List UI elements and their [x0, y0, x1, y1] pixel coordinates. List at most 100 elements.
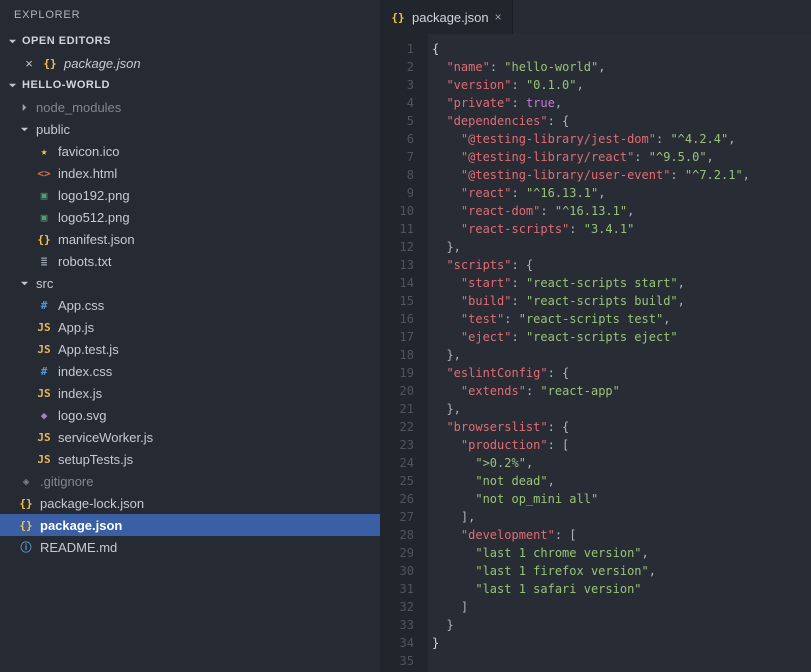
file-tree-item[interactable]: ▣logo512.png	[0, 206, 380, 228]
file-tree-item[interactable]: JS index.js	[0, 382, 380, 404]
code-content[interactable]: { "name": "hello-world", "version": "0.1…	[428, 34, 811, 672]
lines-icon: ≣	[36, 253, 52, 269]
file-label: package.json	[40, 518, 122, 533]
code-line: "version": "0.1.0",	[432, 76, 811, 94]
code-line: "last 1 firefox version",	[432, 562, 811, 580]
js-icon: JS	[36, 451, 52, 467]
file-tree-item[interactable]: # App.css	[0, 294, 380, 316]
braces-icon: {}	[18, 495, 34, 511]
info-icon: ⓘ	[18, 539, 34, 555]
code-line: "test": "react-scripts test",	[432, 310, 811, 328]
code-line: "private": true,	[432, 94, 811, 112]
git-icon: ◈	[18, 473, 34, 489]
code-line: ">0.2%",	[432, 454, 811, 472]
file-tree-item[interactable]: {} package.json	[0, 514, 380, 536]
hash-icon: #	[36, 363, 52, 379]
code-line: "dependencies": {	[432, 112, 811, 130]
file-label: logo192.png	[58, 188, 130, 203]
file-tree-item[interactable]: src	[0, 272, 380, 294]
file-tree-item[interactable]: JS setupTests.js	[0, 448, 380, 470]
file-tree-item[interactable]: ⓘREADME.md	[0, 536, 380, 558]
code-line: "eslintConfig": {	[432, 364, 811, 382]
open-editor-label: package.json	[64, 56, 141, 71]
code-line: "react-scripts": "3.4.1"	[432, 220, 811, 238]
diamond-icon: ◆	[36, 407, 52, 423]
file-tree-item[interactable]: ◈.gitignore	[0, 470, 380, 492]
file-tree: node_modulespublic★favicon.ico <> index.ht…	[0, 96, 380, 672]
code-line: "name": "hello-world",	[432, 58, 811, 76]
file-label: logo.svg	[58, 408, 106, 423]
file-label: setupTests.js	[58, 452, 133, 467]
chevron-down-icon	[18, 125, 30, 134]
file-tree-item[interactable]: JS App.test.js	[0, 338, 380, 360]
file-tree-item[interactable]: JS App.js	[0, 316, 380, 338]
code-line: "@testing-library/jest-dom": "^4.2.4",	[432, 130, 811, 148]
code-line: },	[432, 238, 811, 256]
open-editors-label: OPEN EDITORS	[22, 35, 111, 47]
js-icon: JS	[36, 429, 52, 445]
file-tree-item[interactable]: JS serviceWorker.js	[0, 426, 380, 448]
code-line	[432, 652, 811, 670]
open-editor-row[interactable]: × {} package.json	[0, 52, 380, 74]
braces-icon: {}	[42, 55, 58, 71]
chevron-down-icon	[6, 37, 18, 46]
code-line: "production": [	[432, 436, 811, 454]
close-icon[interactable]: ×	[495, 10, 502, 24]
file-tree-item[interactable]: node_modules	[0, 96, 380, 118]
file-tree-item[interactable]: {}package-lock.json	[0, 492, 380, 514]
code-line: {	[432, 40, 811, 58]
code-line: "browserslist": {	[432, 418, 811, 436]
code-line: "not dead",	[432, 472, 811, 490]
chevron-right-icon	[18, 103, 30, 112]
code-line: ]	[432, 598, 811, 616]
file-label: serviceWorker.js	[58, 430, 153, 445]
project-section[interactable]: HELLO-WORLD	[0, 74, 380, 96]
code-line: "build": "react-scripts build",	[432, 292, 811, 310]
file-tree-item[interactable]: ▣logo192.png	[0, 184, 380, 206]
file-label: index.css	[58, 364, 112, 379]
code-line: "eject": "react-scripts eject"	[432, 328, 811, 346]
js-icon: JS	[36, 319, 52, 335]
tab-bar: {} package.json ×	[380, 0, 811, 34]
file-label: robots.txt	[58, 254, 111, 269]
hash-icon: #	[36, 297, 52, 313]
file-label: App.js	[58, 320, 94, 335]
braces-icon: {}	[18, 517, 34, 533]
file-label: index.js	[58, 386, 102, 401]
file-tree-item[interactable]: ◆ logo.svg	[0, 404, 380, 426]
code-line: "development": [	[432, 526, 811, 544]
file-label: node_modules	[36, 100, 121, 115]
file-label: src	[36, 276, 53, 291]
file-label: index.html	[58, 166, 117, 181]
chevron-down-icon	[18, 279, 30, 288]
tag-icon: <>	[36, 165, 52, 181]
line-gutter: 1234567891011121314151617181920212223242…	[380, 34, 428, 672]
braces-icon: {}	[390, 9, 406, 25]
code-line: ],	[432, 508, 811, 526]
file-label: logo512.png	[58, 210, 130, 225]
file-tree-item[interactable]: <> index.html	[0, 162, 380, 184]
file-tree-item[interactable]: {}manifest.json	[0, 228, 380, 250]
code-line: "react-dom": "^16.13.1",	[432, 202, 811, 220]
file-label: App.test.js	[58, 342, 119, 357]
tab-package-json[interactable]: {} package.json ×	[380, 0, 513, 34]
project-label: HELLO-WORLD	[22, 79, 110, 91]
file-tree-item[interactable]: # index.css	[0, 360, 380, 382]
tab-label: package.json	[412, 10, 489, 25]
js-icon: JS	[36, 341, 52, 357]
close-icon[interactable]: ×	[22, 56, 36, 71]
code-line: }	[432, 634, 811, 652]
code-line: "last 1 safari version"	[432, 580, 811, 598]
file-label: App.css	[58, 298, 104, 313]
open-editors-section[interactable]: OPEN EDITORS	[0, 30, 380, 52]
code-line: "@testing-library/react": "^9.5.0",	[432, 148, 811, 166]
file-tree-item[interactable]: public	[0, 118, 380, 140]
file-tree-item[interactable]: ≣ robots.txt	[0, 250, 380, 272]
editor-area: {} package.json × 1234567891011121314151…	[380, 0, 811, 672]
file-tree-item[interactable]: ★favicon.ico	[0, 140, 380, 162]
js-icon: JS	[36, 385, 52, 401]
code-line: "extends": "react-app"	[432, 382, 811, 400]
star-icon: ★	[36, 143, 52, 159]
code-line: },	[432, 400, 811, 418]
code-line: "scripts": {	[432, 256, 811, 274]
